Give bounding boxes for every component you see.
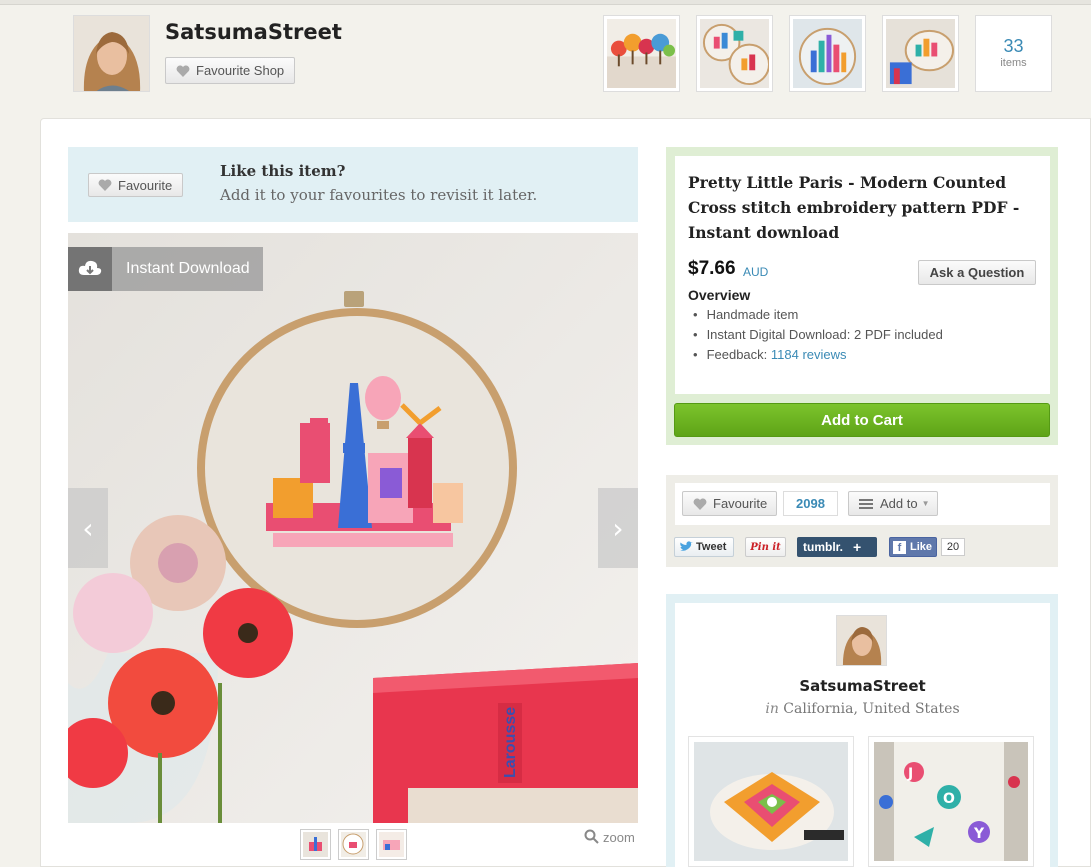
overview-heading: Overview	[688, 287, 751, 303]
facebook-icon: f	[893, 540, 906, 554]
zoom-button[interactable]: zoom	[584, 829, 635, 845]
svg-text:Y: Y	[973, 826, 985, 842]
favourite-shop-button[interactable]: Favourite Shop	[165, 57, 295, 84]
favourite-count[interactable]: 2098	[783, 491, 838, 516]
shop-thumbnail-2[interactable]	[696, 15, 773, 92]
chevron-left-icon: ‹	[82, 511, 94, 545]
cloud-download-icon	[68, 247, 112, 291]
shop-name[interactable]: SatsumaStreet	[165, 20, 342, 44]
item-price: $7.66	[688, 258, 736, 279]
svg-text:Larousse: Larousse	[502, 707, 519, 778]
item-currency[interactable]: AUD	[743, 265, 768, 279]
svg-text:J: J	[907, 766, 913, 782]
tweet-label: Tweet	[696, 541, 727, 553]
add-to-list-button[interactable]: Add to ▼	[848, 491, 938, 516]
favourite-item-button-2[interactable]: Favourite	[682, 491, 777, 516]
location-prefix: in	[765, 701, 779, 717]
dropdown-arrow-icon: ▼	[921, 499, 930, 508]
overview-item-handmade: Handmade item	[693, 306, 943, 326]
seller-avatar[interactable]	[836, 615, 887, 666]
gallery-thumb-2[interactable]	[338, 829, 369, 860]
svg-text:O: O	[943, 791, 955, 807]
items-count: 33	[1003, 36, 1024, 56]
location-text: California, United States	[783, 701, 960, 717]
pinterest-button[interactable]: Pin it	[745, 537, 786, 557]
shop-items-count[interactable]: 33 items	[975, 15, 1052, 92]
ask-a-question-button[interactable]: Ask a Question	[918, 260, 1036, 285]
main-listing-photo[interactable]: Larousse	[68, 233, 638, 823]
pinit-label: Pin it	[750, 541, 781, 553]
facebook-like-count: 20	[941, 538, 965, 556]
overview-item-feedback: Feedback: 1184 reviews	[693, 346, 943, 366]
shop-thumbnail-1[interactable]	[603, 15, 680, 92]
gallery-thumb-3[interactable]	[376, 829, 407, 860]
like-label: Like	[910, 541, 933, 553]
favourite-item-label: Favourite	[118, 177, 173, 193]
instant-download-badge: Instant Download	[68, 247, 263, 291]
chevron-right-icon: ›	[612, 511, 624, 545]
twitter-bird-icon	[680, 541, 693, 551]
seller-item-photo-1[interactable]	[688, 736, 854, 867]
shop-avatar[interactable]	[73, 15, 150, 92]
next-image-button[interactable]: ›	[598, 488, 638, 568]
seller-name[interactable]: SatsumaStreet	[675, 677, 1050, 695]
facebook-like-button[interactable]: f Like	[889, 537, 937, 557]
like-title: Like this item?	[220, 162, 346, 180]
add-to-cart-button[interactable]: Add to Cart	[674, 403, 1050, 437]
browser-top-edge	[0, 0, 1091, 5]
reviews-link[interactable]: 1184 reviews	[771, 347, 847, 362]
magnifier-icon	[584, 829, 599, 844]
overview-item-download: Instant Digital Download: 2 PDF included	[693, 326, 943, 346]
tumblr-button[interactable]: tumblr. +	[797, 537, 877, 557]
item-title: Pretty Little Paris - Modern Counted Cro…	[688, 173, 1020, 242]
instant-download-label: Instant Download	[126, 260, 250, 277]
overview-list: Handmade item Instant Digital Download: …	[693, 306, 943, 366]
zoom-label: zoom	[603, 829, 635, 845]
favourite-shop-label: Favourite Shop	[196, 63, 285, 78]
shop-thumbnail-4[interactable]	[882, 15, 959, 92]
heart-icon	[98, 179, 112, 191]
shop-thumbnail-3[interactable]	[789, 15, 866, 92]
tweet-button[interactable]: Tweet	[674, 537, 734, 557]
heart-icon	[176, 64, 190, 77]
tumblr-label: tumblr.	[803, 540, 844, 554]
items-label: items	[1000, 57, 1027, 69]
seller-item-photo-2[interactable]: J O Y	[868, 736, 1034, 867]
gallery-thumb-1[interactable]	[300, 829, 331, 860]
favourite-item-button[interactable]: Favourite	[88, 173, 183, 197]
plus-icon: +	[853, 539, 862, 555]
seller-location: in California, United States	[675, 701, 1050, 717]
list-icon	[859, 498, 873, 509]
heart-icon	[693, 497, 707, 510]
previous-image-button[interactable]: ‹	[68, 488, 108, 568]
like-subtitle: Add it to your favourites to revisit it …	[220, 186, 538, 204]
favourite-label: Favourite	[713, 496, 768, 511]
add-to-label: Add to	[880, 496, 918, 511]
